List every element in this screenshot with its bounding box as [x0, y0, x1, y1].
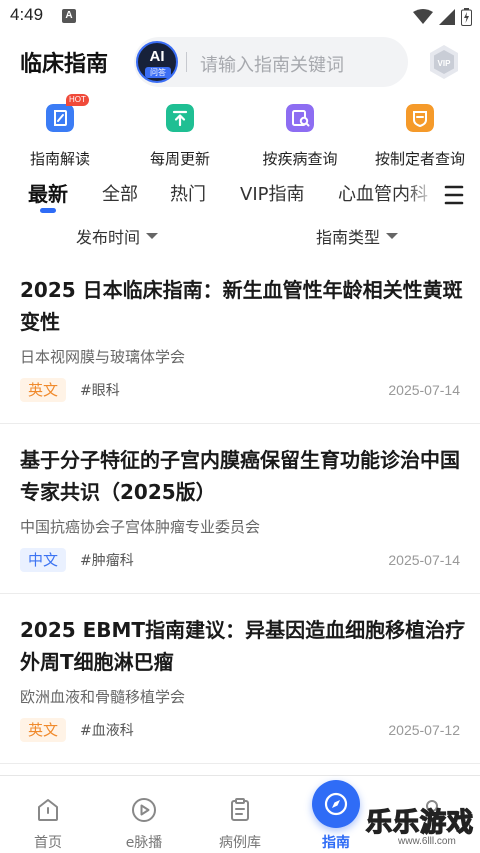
tab-hot[interactable]: 热门 [170, 180, 206, 206]
home-icon [38, 799, 58, 821]
nav-label: 病例库 [219, 835, 261, 851]
weekly-update-button[interactable]: 每周更新 [120, 98, 240, 174]
publish-time-label: 发布时间 [76, 228, 141, 247]
compass-icon [324, 792, 348, 816]
article-item[interactable]: 2025 日本临床指南：新生血管性年龄相关性黄斑变性 日本视网膜与玻璃体学会 英… [0, 254, 480, 424]
header: 临床指南 AI 问答 请输入指南关键词 VIP [0, 34, 480, 90]
article-title: 2025 EBMT指南建议：异基因造血细胞移植治疗外周T细胞淋巴瘤 [20, 618, 466, 674]
article-org: 中国抗癌协会子宫体肿瘤专业委员会 [20, 518, 261, 536]
nav-case-library[interactable]: 病例库 [192, 776, 288, 853]
tab-indicator [40, 208, 56, 213]
book-icon [46, 104, 74, 132]
quick-actions: HOT 指南解读 每周更新 按疾病查询 按制定者查询 [0, 94, 480, 174]
search-by-disease-button[interactable]: 按疾病查询 [240, 98, 360, 174]
upload-icon [166, 104, 194, 132]
search-by-author-button[interactable]: 按制定者查询 [360, 98, 480, 174]
tab-all[interactable]: 全部 [102, 180, 138, 206]
nav-label: 首页 [34, 835, 62, 851]
department-tag: #血液科 [80, 723, 134, 739]
language-tag: 中文 [20, 548, 67, 572]
quick-action-label: 指南解读 [29, 150, 90, 168]
status-time: 4:49 [10, 5, 44, 24]
publish-time-filter[interactable]: 发布时间 [76, 224, 159, 248]
tab-vip-guides[interactable]: VIP指南 [240, 180, 304, 206]
article-item[interactable]: 2025 EBMT指南建议：异基因造血细胞移植治疗外周T细胞淋巴瘤 欧洲血液和骨… [0, 594, 480, 764]
caret-down-icon [146, 233, 159, 239]
ai-sub-label: 问答 [145, 67, 171, 78]
article-item[interactable]: 基于分子特征的子宫内膜癌保留生育功能诊治中国专家共识（2025版） 中国抗癌协会… [0, 424, 480, 594]
vip-label: VIP [438, 59, 452, 68]
article-date: 2025-07-12 [388, 722, 460, 738]
watermark: 乐乐游戏 www.6lll.com [362, 800, 480, 853]
language-tag: 英文 [20, 378, 67, 402]
nav-home[interactable]: 首页 [0, 776, 96, 853]
department-tag: #眼科 [80, 383, 120, 399]
guide-type-filter[interactable]: 指南类型 [316, 224, 399, 248]
guide-type-label: 指南类型 [316, 228, 381, 247]
play-icon [132, 798, 156, 822]
search-input[interactable]: 请输入指南关键词 [200, 51, 344, 77]
ai-assistant-button[interactable]: AI 问答 [136, 41, 178, 83]
article-org: 日本视网膜与玻璃体学会 [20, 348, 186, 366]
signal-icon [439, 9, 455, 25]
ai-label: AI [149, 48, 165, 65]
battery-icon [461, 8, 472, 26]
watermark-logo: 乐乐游戏 [365, 807, 475, 838]
page-title: 临床指南 [20, 52, 109, 77]
wifi-icon [413, 9, 433, 24]
notification-icon: A [62, 9, 76, 23]
quick-action-label: 按疾病查询 [262, 150, 338, 168]
caret-down-icon [386, 233, 399, 239]
language-tag: 英文 [20, 718, 67, 742]
badge-icon [406, 104, 434, 132]
article-title: 2025 日本临床指南：新生血管性年龄相关性黄斑变性 [20, 278, 463, 334]
quick-action-label: 每周更新 [149, 150, 210, 168]
article-date: 2025-07-14 [388, 552, 460, 568]
article-title: 基于分子特征的子宫内膜癌保留生育功能诊治中国专家共识（2025版） [20, 448, 460, 504]
tabs-fade [406, 174, 480, 216]
search-box[interactable]: AI 问答 请输入指南关键词 [134, 37, 408, 87]
vip-icon[interactable]: VIP [428, 44, 460, 80]
article-org: 欧洲血液和骨髓移植学会 [20, 688, 186, 706]
filters: 发布时间 指南类型 [0, 218, 480, 254]
guide-interpretation-button[interactable]: HOT 指南解读 [0, 94, 120, 174]
nav-e-broadcast[interactable]: e脉播 [96, 776, 192, 853]
tab-latest[interactable]: 最新 [28, 178, 68, 207]
clipboard-icon [231, 798, 249, 821]
category-tabs: 最新 全部 热门 VIP指南 心血管内科 [0, 174, 480, 216]
article-date: 2025-07-14 [388, 382, 460, 398]
status-icons [413, 6, 472, 28]
search-divider [186, 52, 187, 72]
watermark-url: www.6lll.com [398, 836, 456, 847]
department-tag: #肿瘤科 [80, 553, 134, 569]
hot-badge: HOT [66, 94, 89, 106]
nav-label: e脉播 [125, 835, 163, 851]
search-document-icon [286, 104, 314, 132]
quick-action-label: 按制定者查询 [374, 150, 465, 168]
tab-menu-icon[interactable] [444, 184, 464, 206]
status-bar: 4:49 A [0, 0, 480, 34]
